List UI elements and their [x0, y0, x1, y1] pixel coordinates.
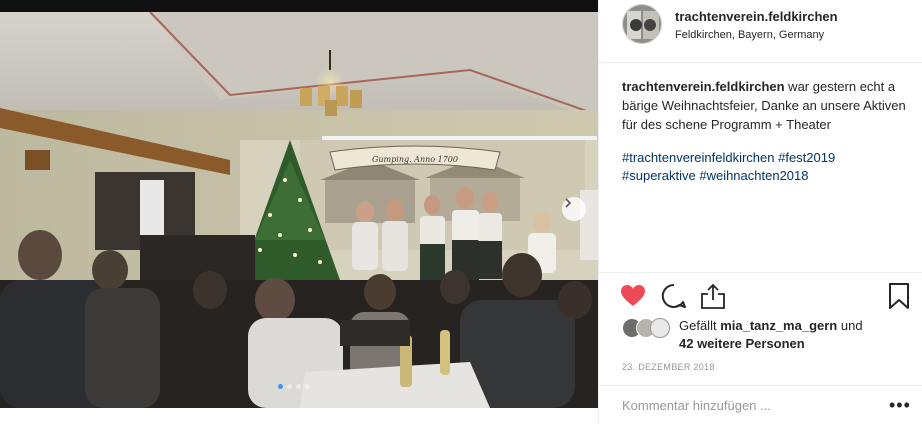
- like-button[interactable]: [619, 282, 647, 310]
- comment-icon: [661, 283, 686, 308]
- more-options-button[interactable]: •••: [889, 396, 911, 414]
- mural-banner-text: Gumping. Anno 1700: [372, 155, 458, 164]
- likes-prefix: Gefällt: [679, 318, 721, 333]
- heart-icon: [621, 285, 645, 306]
- hashtag-link[interactable]: #weihnachten2018: [699, 168, 808, 183]
- carousel-dot: [287, 384, 292, 389]
- share-button[interactable]: [699, 282, 727, 310]
- post-author-username[interactable]: trachtenverein.feldkirchen: [675, 9, 838, 24]
- caption-username[interactable]: trachtenverein.feldkirchen: [622, 79, 785, 94]
- liker-avatar[interactable]: [650, 318, 670, 338]
- photo-scene: Gumping. Anno 1700: [0, 0, 598, 408]
- post-caption: trachtenverein.feldkirchen war gestern e…: [622, 77, 912, 134]
- carousel-next-button[interactable]: [562, 197, 586, 221]
- carousel-dot: [296, 384, 301, 389]
- post-photo[interactable]: Gumping. Anno 1700: [0, 0, 598, 408]
- save-button[interactable]: [885, 282, 913, 310]
- likes-text: Gefällt mia_tanz_ma_gern und 42 weitere …: [679, 317, 919, 353]
- post-details-panel: trachtenverein.feldkirchen Feldkirchen, …: [598, 0, 922, 424]
- post-header: trachtenverein.feldkirchen Feldkirchen, …: [599, 0, 922, 63]
- avatar-image: [623, 5, 661, 43]
- profile-avatar[interactable]: [622, 4, 662, 44]
- carousel-dot: [278, 384, 283, 389]
- chevron-right-icon: [565, 198, 572, 208]
- post-date[interactable]: 23. DEZEMBER 2018: [622, 362, 715, 372]
- caption-hashtags: #trachtenvereinfeldkirchen #fest2019 #su…: [622, 149, 912, 185]
- bookmark-icon: [889, 283, 909, 309]
- comment-bar: •••: [599, 385, 922, 424]
- comment-input[interactable]: [622, 398, 852, 413]
- carousel-dot: [305, 384, 310, 389]
- likes-and: und: [837, 318, 863, 333]
- hashtag-link[interactable]: #superaktive: [622, 168, 696, 183]
- hashtag-link[interactable]: #fest2019: [778, 150, 835, 165]
- liker-username[interactable]: mia_tanz_ma_gern: [720, 318, 837, 333]
- post-location[interactable]: Feldkirchen, Bayern, Germany: [675, 29, 824, 41]
- carousel-indicator: [278, 384, 310, 389]
- other-likers-link[interactable]: 42 weitere Personen: [679, 336, 805, 351]
- comment-button[interactable]: [660, 282, 688, 310]
- actions-divider: [599, 272, 922, 273]
- share-icon: [701, 283, 725, 309]
- hashtag-link[interactable]: #trachtenvereinfeldkirchen: [622, 150, 774, 165]
- liker-avatars: [622, 318, 678, 338]
